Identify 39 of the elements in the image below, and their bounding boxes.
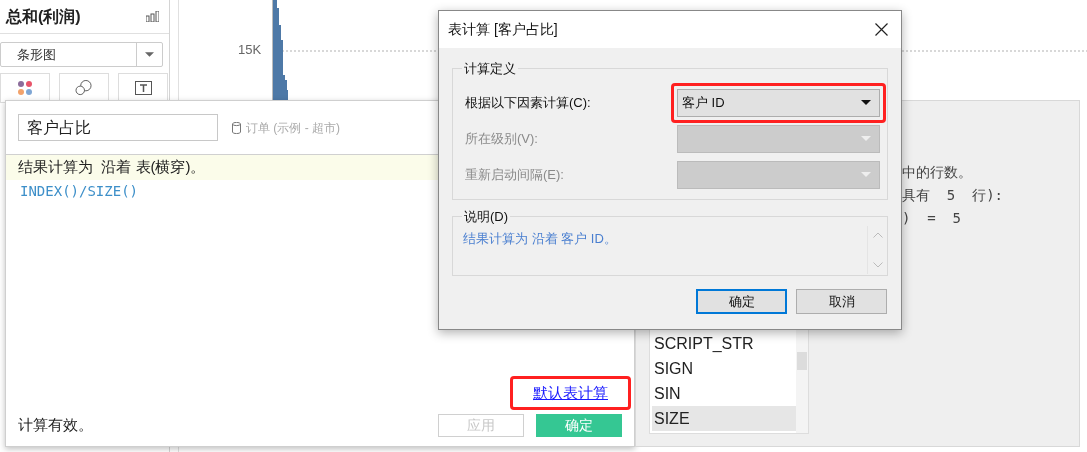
hint-text: 结果计算为 沿着 表(横穿)。 <box>18 157 206 178</box>
ok-button[interactable]: 确定 <box>696 289 787 314</box>
description-text: 具有 5 行): <box>902 186 1003 205</box>
dropdown-value: 客户 ID <box>682 94 725 113</box>
function-item[interactable]: SIN <box>652 381 796 406</box>
mark-type-dropdown[interactable]: 条形图 <box>0 42 163 67</box>
data-source-label: 订单 (示例 - 超市) <box>246 119 340 137</box>
field-label: 重新启动间隔(E): <box>465 166 564 185</box>
function-item[interactable]: SIGN <box>652 356 796 381</box>
caret-icon <box>861 172 871 178</box>
field-label: 根据以下因素计算(C): <box>465 94 591 113</box>
chevron-up-icon <box>872 232 883 238</box>
chevron-down-icon <box>872 262 883 268</box>
database-icon <box>232 121 241 134</box>
caret-icon <box>861 136 871 142</box>
dropdown[interactable]: 客户 ID <box>677 89 880 117</box>
function-item[interactable]: SIZE <box>652 406 796 431</box>
caret-icon <box>861 100 871 106</box>
formula-text: INDEX()/SIZE() <box>19 182 139 201</box>
cancel-button[interactable]: 取消 <box>796 289 887 314</box>
bar-chart-icon <box>146 11 159 22</box>
description-text: ) = 5 <box>902 209 962 228</box>
description-text: 结果计算为 沿着 客户 ID。 <box>463 230 618 248</box>
close-icon[interactable] <box>875 23 888 36</box>
group-title: 说明(D) <box>462 207 511 227</box>
description-text: 中的行数。 <box>902 163 973 182</box>
name-field[interactable]: 客户占比 <box>18 114 218 141</box>
default-table-calc-link[interactable]: 默认表计算 <box>510 375 631 410</box>
window-title: 表计算 [客户占比] <box>448 20 558 39</box>
function-item[interactable]: SCRIPT_STR <box>652 331 796 356</box>
shelf-title: 总和(利润) <box>6 6 81 27</box>
text-label-icon <box>134 81 152 95</box>
circles-icon <box>75 80 93 96</box>
axis-label: 15K <box>238 41 262 59</box>
color-dots-icon <box>18 81 32 95</box>
dropdown-value: 条形图 <box>17 45 56 64</box>
status-text: 计算有效。 <box>18 414 93 435</box>
field-label: 所在级别(V): <box>465 130 538 149</box>
scrollbar[interactable] <box>796 330 808 433</box>
